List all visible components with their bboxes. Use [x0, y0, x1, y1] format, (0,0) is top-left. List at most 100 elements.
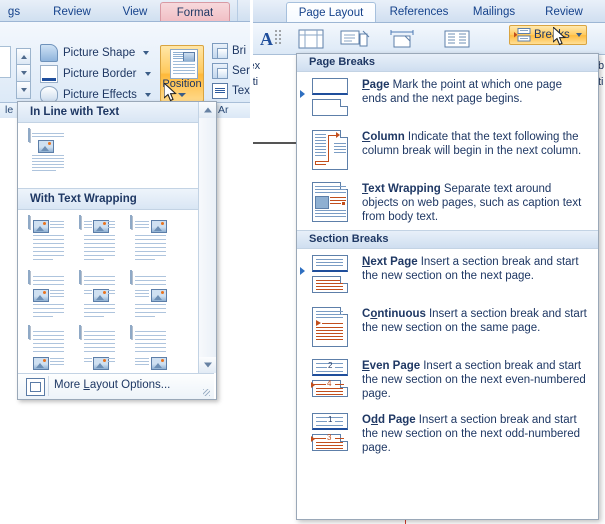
breaks-icon — [514, 28, 531, 42]
breaks-button[interactable]: Breaks — [509, 25, 587, 45]
resize-grip[interactable] — [203, 389, 210, 396]
send-to-back-icon — [212, 62, 228, 79]
menu-item-even-page[interactable]: 2 4 Even Page Insert a section break and… — [297, 353, 598, 407]
columns-icon[interactable] — [441, 28, 473, 50]
send-to-back-label: Ser — [232, 64, 250, 77]
page-number-label: 3 — [327, 433, 332, 442]
next-page-break-icon — [311, 255, 353, 295]
drop-cap-icon[interactable]: A — [259, 28, 281, 50]
chevron-down-icon[interactable] — [144, 71, 151, 76]
tab-page-layout[interactable]: Page Layout — [286, 2, 376, 24]
tab-mailings-partial[interactable]: gs — [0, 2, 36, 22]
gallery-item-middle-left[interactable] — [28, 270, 76, 326]
svg-text:A: A — [260, 29, 273, 49]
menu-item-column[interactable]: Column Indicate that the text following … — [297, 124, 598, 176]
menu-item-odd-page[interactable]: 1 3 Odd Page Insert a section break and … — [297, 407, 598, 461]
gallery-body: In Line with Text With Text Wrapping — [18, 102, 198, 387]
size-icon[interactable] — [388, 28, 420, 50]
gallery-wrapping-group — [18, 210, 198, 387]
picture-border-icon — [40, 64, 58, 83]
gallery-item-top-right[interactable] — [130, 215, 178, 271]
group-label-arrange: Ar — [218, 104, 229, 116]
page-thumbnail — [79, 215, 116, 260]
breaks-dropdown-menu[interactable]: Page Breaks Page Mark the point at which… — [296, 53, 599, 520]
gallery-item-in-line-with-text[interactable] — [28, 128, 76, 184]
text-wrapping-button[interactable]: Tex — [212, 82, 250, 99]
gallery-item-top-left[interactable] — [28, 215, 76, 271]
picture-effects-label: Picture Effects — [63, 88, 137, 101]
gallery-inline-group — [18, 123, 198, 188]
tab-review[interactable]: Review — [533, 2, 595, 23]
text-wrapping-break-icon — [311, 182, 353, 222]
chevron-down-icon[interactable] — [178, 93, 186, 97]
menu-item-text: Odd Page Insert a section break and star… — [362, 413, 590, 455]
left-ribbon-body: Picture Shape Picture Border Picture Eff… — [0, 22, 250, 104]
menu-item-text: Column Indicate that the text following … — [362, 130, 590, 170]
menu-item-page[interactable]: Page Mark the point at which one page en… — [297, 72, 598, 124]
menu-item-title: Page — [362, 79, 390, 91]
chevron-down-icon[interactable] — [143, 50, 150, 55]
chevron-down-icon[interactable] — [575, 33, 582, 37]
tab-view[interactable]: View — [110, 2, 160, 22]
chevron-down-icon[interactable] — [144, 92, 151, 97]
gallery-item-middle-center[interactable] — [79, 270, 127, 326]
page-thumbnail — [130, 215, 168, 260]
gallery-item-middle-right[interactable] — [130, 270, 178, 326]
bring-to-front-icon — [212, 42, 228, 59]
background-text-ecti: ecti — [253, 76, 259, 88]
page-number-label: 1 — [328, 415, 333, 424]
spinner-more-button[interactable] — [16, 82, 31, 99]
scrollbar-track[interactable] — [199, 118, 216, 357]
tab-divider — [237, 0, 238, 22]
page-thumbnail — [28, 128, 64, 171]
text-wrapping-icon — [212, 82, 228, 99]
menu-item-title: Text Wrapping — [362, 183, 441, 195]
menu-item-text: Text Wrapping Separate text around objec… — [362, 182, 590, 224]
background-text-tex: Tex — [253, 60, 261, 72]
menu-item-text: Even Page Insert a section break and sta… — [362, 359, 590, 401]
menu-item-title: Next Page — [362, 256, 418, 268]
selection-marker-icon — [300, 267, 305, 275]
scrollbar-down-button[interactable] — [199, 357, 216, 373]
gallery-footer[interactable]: More Layout Options... — [18, 373, 214, 399]
position-button[interactable]: Position — [160, 45, 204, 102]
spinner-down-button[interactable] — [16, 65, 31, 82]
gallery-scrollbar[interactable] — [198, 102, 216, 373]
picture-shape-button[interactable]: Picture Shape — [40, 43, 150, 62]
size-spinner-group[interactable] — [16, 48, 31, 100]
page-break-icon — [311, 78, 353, 118]
position-gallery-dropdown[interactable]: In Line with Text With Text Wrapping Mor… — [17, 101, 217, 400]
send-to-back-button[interactable]: Ser — [212, 62, 250, 79]
page-thumbnail — [79, 325, 116, 370]
tab-mailings[interactable]: Mailings — [460, 2, 528, 23]
bring-to-front-label: Bri — [232, 44, 247, 57]
footer-divider — [48, 376, 49, 396]
menu-item-description: Mark the point at which one page ends an… — [362, 79, 562, 105]
menu-item-text: Page Mark the point at which one page en… — [362, 78, 590, 118]
tab-format[interactable]: Format — [160, 2, 230, 23]
menu-item-title: Column — [362, 131, 405, 143]
tab-review[interactable]: Review — [40, 2, 104, 22]
spinner-up-button[interactable] — [16, 48, 31, 65]
position-gallery-screenshot: gs Review View Format Picture Shape Pict… — [0, 0, 250, 524]
menu-item-text-wrapping[interactable]: Text Wrapping Separate text around objec… — [297, 176, 598, 230]
page-number-label: 4 — [327, 379, 332, 388]
breaks-button-label: Breaks — [534, 29, 570, 41]
continuous-break-icon — [311, 307, 353, 347]
picture-border-button[interactable]: Picture Border — [40, 64, 151, 83]
even-page-break-icon: 2 4 — [311, 359, 353, 399]
menu-item-next-page[interactable]: Next Page Insert a section break and sta… — [297, 249, 598, 301]
menu-item-continuous[interactable]: Continuous Insert a section break and st… — [297, 301, 598, 353]
bring-to-front-button[interactable]: Bri — [212, 42, 246, 59]
orientation-icon[interactable] — [339, 28, 371, 50]
picture-border-label: Picture Border — [63, 67, 137, 80]
gallery-item-top-center[interactable] — [79, 215, 127, 271]
ribbon-partial-box — [0, 46, 11, 78]
scrollbar-up-button[interactable] — [199, 102, 216, 118]
tab-references[interactable]: References — [380, 2, 458, 23]
margins-icon[interactable] — [296, 28, 326, 50]
text-wrapping-label: Tex — [232, 84, 250, 97]
page-thumbnail — [28, 325, 64, 370]
more-layout-options-label: More Layout Options... — [54, 379, 171, 391]
page-thumbnail — [79, 270, 116, 317]
